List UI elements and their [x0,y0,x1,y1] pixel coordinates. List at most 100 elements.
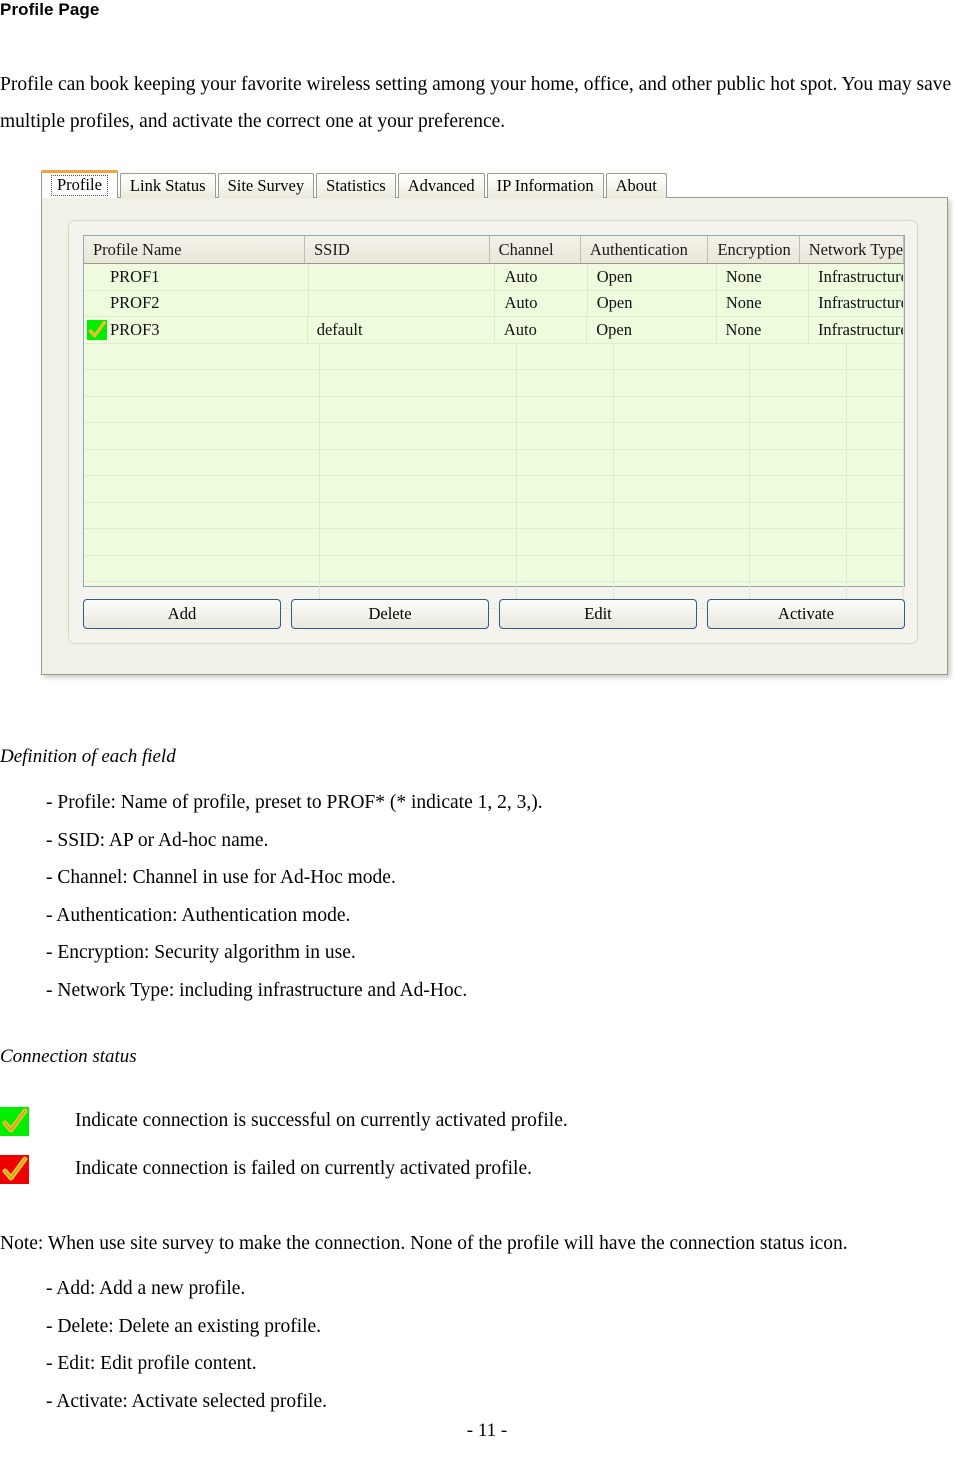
tab-label: Statistics [326,176,386,195]
cell-empty [614,555,750,581]
cell-profile-name: PROF1 [84,264,309,290]
column-header-network-type[interactable]: Network Type [800,236,905,263]
cell-empty [847,555,904,581]
activate-button[interactable]: Activate [707,599,905,629]
table-row-empty[interactable] [84,370,904,397]
action-button-row: Add Delete Edit Activate [83,599,905,629]
tab-statistics[interactable]: Statistics [316,173,396,198]
cell-empty [84,555,320,581]
table-row-empty[interactable] [84,423,904,450]
table-row-empty[interactable] [84,396,904,423]
cell-empty [614,370,750,396]
cell-empty [320,423,517,449]
cell-empty [847,396,904,422]
cell-empty [847,423,904,449]
connection-status-failed: Indicate connection is failed on current… [0,1154,532,1184]
table-row[interactable]: PROF3 default Auto Open None Infrastructure [84,317,904,344]
cell-empty [750,449,847,475]
column-header-ssid[interactable]: SSID [305,236,490,263]
tab-label: IP Information [496,176,594,195]
connection-status-success: Indicate connection is successful on cur… [0,1106,568,1136]
grid-body: PROF1 Auto Open None Infrastructure PROF2 Auto… [84,264,905,609]
cell-encryption: None [717,290,810,316]
tab-site-survey[interactable]: Site Survey [217,173,315,198]
cell-text: PROF1 [110,266,160,286]
cell-network-type: Infrastructure [809,264,905,290]
cell-empty [614,423,750,449]
button-definition-item: - Edit: Edit profile content. [46,1353,257,1374]
tab-label: Profile [51,175,108,196]
table-row[interactable]: PROF1 Auto Open None Infrastructure [84,264,905,291]
green-check-icon [87,319,107,340]
cell-empty [750,529,847,555]
cell-empty [750,502,847,528]
table-row-empty[interactable] [84,555,904,582]
button-definition-item: - Delete: Delete an existing profile. [46,1315,322,1337]
cell-channel: Auto [495,264,588,290]
cell-authentication: Open [588,264,717,290]
edit-button[interactable]: Edit [499,599,697,629]
cell-empty [84,529,320,555]
cell-empty [320,370,517,396]
cell-network-type: Infrastructure [809,290,905,316]
cell-empty [320,502,517,528]
cell-empty [517,343,614,369]
app-body-panel: Profile Name SSID Channel Authentication Enc… [41,197,948,675]
delete-button[interactable]: Delete [291,599,489,629]
cell-ssid: default [308,317,495,343]
connection-status-failed-label: Indicate connection is failed on current… [75,1158,532,1179]
utility-application-window: Profile Link Status Site Survey Statistics A… [41,170,948,675]
field-definition-item: - Profile: Name of profile, preset to PR… [46,792,543,813]
column-header-profile-name[interactable]: Profile Name [84,236,305,263]
cell-empty [614,476,750,502]
cell-empty [517,449,614,475]
field-definition-item: - Network Type: including infrastructure… [46,979,468,1001]
cell-text: default [316,319,363,339]
cell-text: Open [596,293,633,313]
cell-text: PROF2 [110,293,160,313]
cell-empty [750,343,847,369]
tab-ip-information[interactable]: IP Information [486,173,604,198]
cell-empty [847,449,904,475]
table-row-empty[interactable] [84,529,904,556]
intro-paragraph: Profile can book keeping your favorite w… [0,74,952,132]
cell-empty [614,396,750,422]
button-definition-list: - Add: Add a new profile. - Delete: Delet… [46,1270,327,1420]
table-row-empty[interactable] [84,343,904,370]
cell-empty [847,343,904,369]
table-row[interactable]: PROF2 Auto Open None Infrastructure [84,290,905,317]
connection-status-heading: Connection status [0,1046,137,1067]
cell-empty [847,370,904,396]
note-paragraph: Note: When use site survey to make the c… [0,1233,848,1254]
cell-empty [84,423,320,449]
cell-profile-name: PROF3 [84,317,308,343]
add-button[interactable]: Add [83,599,281,629]
cell-empty [847,529,904,555]
cell-empty [84,396,320,422]
cell-empty [517,502,614,528]
page-title: Profile Page [0,0,100,19]
cell-text: None [725,319,762,339]
tab-profile[interactable]: Profile [41,170,118,198]
cell-text: Infrastructure [818,293,905,313]
cell-text: None [725,293,762,313]
cell-encryption: None [717,317,809,343]
cell-text: Open [596,319,632,339]
table-row-empty[interactable] [84,449,904,476]
column-header-channel[interactable]: Channel [490,236,581,263]
tab-about[interactable]: About [605,173,667,198]
cell-empty [84,476,320,502]
tab-link-status[interactable]: Link Status [119,173,216,198]
tab-strip: Profile Link Status Site Survey Statistics A… [41,170,948,198]
button-definition-item: - Activate: Activate selected profile. [46,1390,328,1412]
table-row-empty[interactable] [84,502,904,529]
cell-empty [614,449,750,475]
tab-label: Link Status [129,176,206,195]
field-definition-item: - SSID: AP or Ad-hoc name. [46,829,269,851]
connection-status-success-label: Indicate connection is successful on cur… [75,1110,568,1131]
column-header-encryption[interactable]: Encryption [708,236,800,263]
table-row-empty[interactable] [84,476,904,503]
column-header-authentication[interactable]: Authentication [581,236,709,263]
tab-advanced[interactable]: Advanced [397,173,485,198]
cell-authentication: Open [588,290,717,316]
